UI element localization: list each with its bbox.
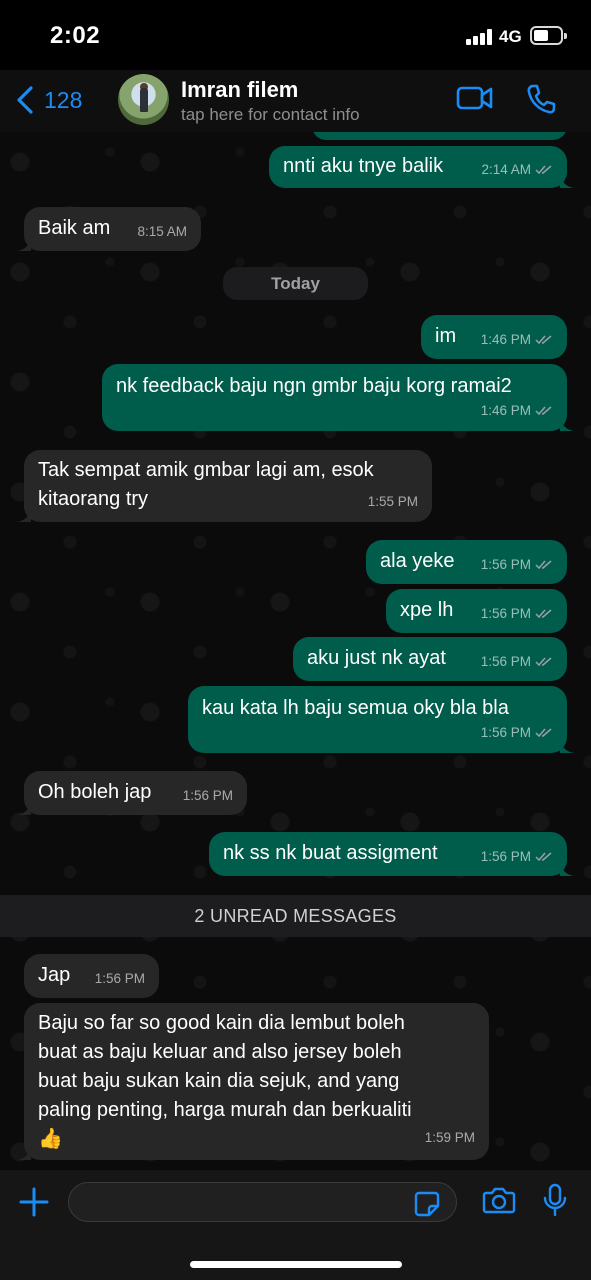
message-bubble-outgoing[interactable]: im 1:46 PM bbox=[421, 315, 567, 359]
message-text: Oh boleh jap bbox=[38, 781, 152, 803]
double-check-icon bbox=[535, 164, 552, 174]
unread-chats-count: 128 bbox=[44, 86, 83, 113]
message-text: Baju so far so good kain dia lembut bole… bbox=[38, 1012, 405, 1034]
message-text: Tak sempat amik gmbar lagi am, esok bbox=[38, 459, 374, 481]
video-camera-icon bbox=[456, 86, 493, 110]
message-time: 1:56 PM bbox=[480, 725, 531, 740]
status-time: 2:02 bbox=[50, 22, 101, 49]
double-check-icon bbox=[535, 405, 552, 415]
message-bubble-incoming[interactable]: Baju so far so good kain dia lembut bole… bbox=[17, 1003, 489, 1160]
message-text: kitaorang try bbox=[38, 488, 149, 510]
double-check-icon bbox=[535, 851, 552, 861]
message-bubble-incoming[interactable]: Oh boleh jap 1:56 PM bbox=[17, 771, 247, 815]
voice-call-button[interactable] bbox=[525, 83, 557, 115]
message-text: aku just nk ayat bbox=[307, 647, 446, 669]
message-time: 2:14 AM bbox=[481, 162, 531, 177]
message-input-bar bbox=[0, 1170, 591, 1280]
message-bubble-outgoing[interactable]: ala yeke 1:56 PM bbox=[366, 540, 567, 584]
message-bubble-outgoing[interactable]: aku just nk ayat 1:56 PM bbox=[293, 637, 567, 681]
double-check-icon bbox=[535, 656, 552, 666]
plus-icon[interactable] bbox=[18, 1186, 50, 1218]
message-time: 1:56 PM bbox=[480, 606, 531, 621]
message-bubble-outgoing[interactable]: nk ss nk buat assigment 1:56 PM bbox=[209, 832, 574, 876]
video-call-button[interactable] bbox=[456, 83, 494, 113]
contact-subtitle[interactable]: tap here for contact info bbox=[181, 105, 360, 125]
back-button[interactable]: 128 bbox=[14, 84, 82, 116]
network-type: 4G bbox=[499, 27, 522, 46]
battery-icon bbox=[530, 26, 567, 45]
message-input[interactable] bbox=[68, 1182, 457, 1222]
double-check-icon bbox=[535, 334, 552, 344]
contact-name[interactable]: Imran filem bbox=[181, 77, 298, 103]
message-bubble-outgoing[interactable]: nk feedback baju ngn gmbr baju korg rama… bbox=[102, 364, 574, 431]
message-text: kau kata lh baju semua oky bla bla bbox=[202, 697, 509, 719]
phone-icon bbox=[527, 84, 556, 114]
status-bar: 2:02 4G bbox=[0, 0, 591, 70]
message-text: im bbox=[435, 325, 457, 347]
date-separator: Today bbox=[223, 267, 368, 300]
message-text: Baik am bbox=[38, 217, 111, 239]
message-bubble-incoming[interactable]: Jap 1:56 PM bbox=[24, 954, 159, 998]
microphone-icon[interactable] bbox=[542, 1183, 568, 1217]
home-indicator[interactable] bbox=[190, 1261, 402, 1268]
thumbs-up-emoji: 👍 bbox=[38, 1128, 63, 1150]
double-check-icon bbox=[535, 559, 552, 569]
message-time: 1:56 PM bbox=[182, 788, 233, 803]
message-time: 1:55 PM bbox=[367, 494, 418, 509]
message-text: ala yeke bbox=[380, 550, 455, 572]
message-text: xpe lh bbox=[400, 599, 454, 621]
message-bubble-outgoing[interactable]: xpe lh 1:56 PM bbox=[386, 589, 567, 633]
message-text: buat baju sukan kain dia sejuk, and yang bbox=[38, 1070, 400, 1092]
signal-strength-icon bbox=[466, 29, 492, 45]
chat-header: 128 Imran filem tap here for contact inf… bbox=[0, 70, 591, 132]
message-text: nk feedback baju ngn gmbr baju korg rama… bbox=[116, 375, 512, 397]
message-time: 8:15 AM bbox=[137, 224, 187, 239]
message-time: 1:46 PM bbox=[480, 403, 531, 418]
message-text: nnti aku tnye balik bbox=[283, 155, 444, 177]
message-time: 1:56 PM bbox=[480, 557, 531, 572]
message-bubble-incoming[interactable]: Baik am 8:15 AM bbox=[17, 207, 201, 251]
message-text: paling penting, harga murah dan berkuali… bbox=[38, 1099, 412, 1121]
chat-area[interactable]: nnti aku tnye balik 2:14 AM Baik am 8:15… bbox=[0, 132, 591, 1170]
message-text: Jap bbox=[38, 964, 71, 986]
chevron-left-icon bbox=[17, 86, 33, 114]
message-time: 1:59 PM bbox=[424, 1130, 475, 1145]
message-bubble-partial[interactable] bbox=[312, 132, 567, 140]
message-bubble-outgoing[interactable]: nnti aku tnye balik 2:14 AM bbox=[269, 146, 574, 188]
avatar[interactable] bbox=[118, 74, 169, 125]
message-time: 1:56 PM bbox=[480, 654, 531, 669]
message-text: buat as baju keluar and also jersey bole… bbox=[38, 1041, 402, 1063]
unread-messages-banner: 2 UNREAD MESSAGES bbox=[0, 895, 591, 937]
sticker-icon[interactable] bbox=[413, 1190, 441, 1218]
message-bubble-outgoing[interactable]: kau kata lh baju semua oky bla bla 1:56 … bbox=[188, 686, 574, 753]
double-check-icon bbox=[535, 727, 552, 737]
message-time: 1:46 PM bbox=[480, 332, 531, 347]
message-text: nk ss nk buat assigment bbox=[223, 842, 438, 864]
message-time: 1:56 PM bbox=[480, 849, 531, 864]
camera-icon[interactable] bbox=[482, 1185, 516, 1215]
message-time: 1:56 PM bbox=[94, 971, 145, 986]
message-bubble-incoming[interactable]: Tak sempat amik gmbar lagi am, esok kita… bbox=[17, 450, 432, 522]
double-check-icon bbox=[535, 608, 552, 618]
